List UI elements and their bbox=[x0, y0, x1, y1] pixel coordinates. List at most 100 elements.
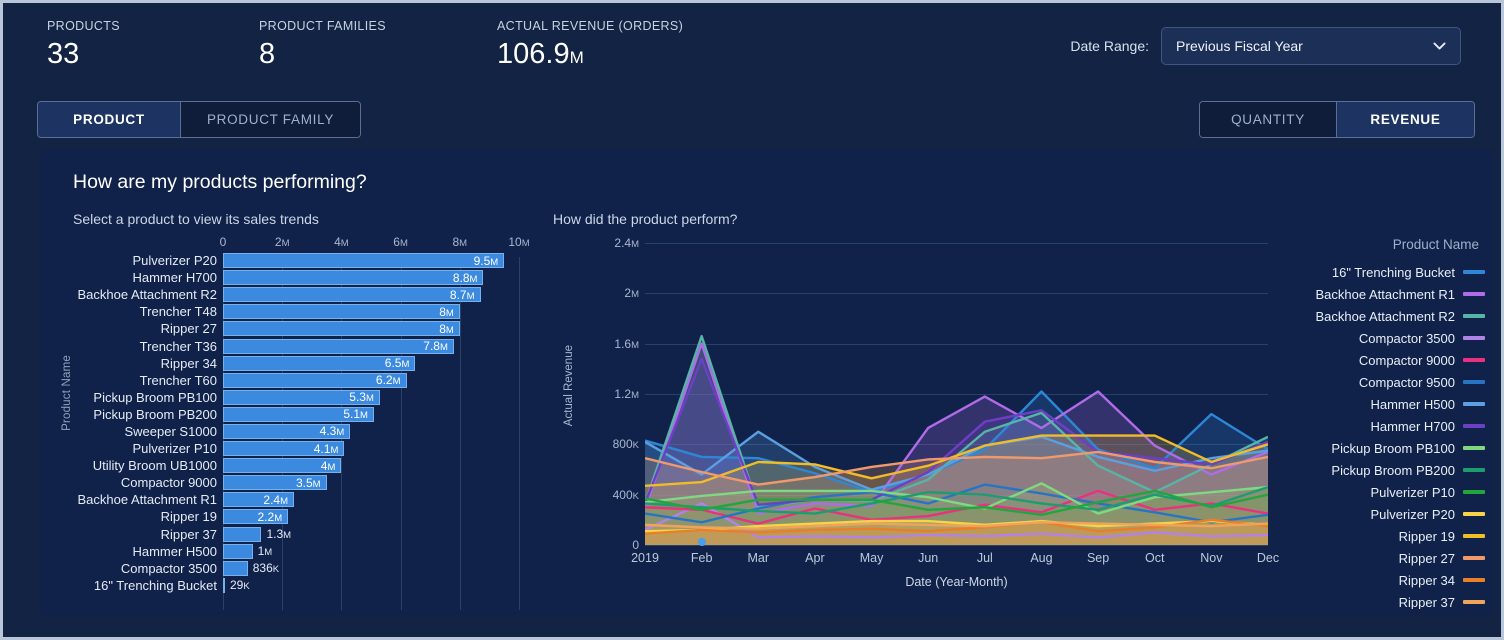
legend-item-label: Ripper 34 bbox=[1398, 572, 1455, 588]
bar-chart-row[interactable]: Backhoe Attachment R1 2.4M bbox=[78, 491, 519, 508]
bar-chart-row[interactable]: Trencher T36 7.8M bbox=[140, 337, 519, 354]
legend-item[interactable]: Pulverizer P20 bbox=[1267, 503, 1485, 525]
bar-chart-row[interactable]: Pickup Broom PB100 5.3M bbox=[93, 389, 519, 406]
bar-x-tick: 2M bbox=[274, 235, 290, 249]
kpi-product-families-label: PRODUCT FAMILIES bbox=[259, 19, 386, 33]
line-x-tick: 2019 bbox=[631, 551, 659, 565]
tab-product[interactable]: PRODUCT bbox=[38, 102, 181, 137]
bar-fill[interactable]: 8M bbox=[223, 321, 460, 337]
bar-chart-row[interactable]: 16" Trenching Bucket 29K bbox=[94, 577, 519, 594]
bar-fill[interactable]: 5.1M bbox=[223, 406, 374, 422]
bar-value-label: 7.8M bbox=[423, 339, 448, 354]
product-trend-chart[interactable]: Actual Revenue 0 400K 800K 1.2M 1.6M 2M 2.4M 2… bbox=[549, 235, 1279, 603]
tab-quantity[interactable]: QUANTITY bbox=[1200, 102, 1337, 137]
legend-item[interactable]: Compactor 3500 bbox=[1267, 327, 1485, 349]
bar-chart-row[interactable]: Compactor 3500 836K bbox=[121, 560, 519, 577]
bar-fill[interactable]: 4.3M bbox=[223, 423, 351, 439]
legend-item[interactable]: Ripper 19 bbox=[1267, 525, 1485, 547]
bar-chart-row[interactable]: Hammer H700 8.8M bbox=[132, 269, 519, 286]
bar-fill[interactable]: 8.7M bbox=[223, 287, 481, 303]
bar-value-label: 8M bbox=[439, 304, 454, 319]
bar-fill[interactable]: 2.2M bbox=[223, 509, 289, 525]
bar-fill[interactable]: 1M bbox=[223, 543, 272, 559]
bar-fill[interactable]: 29K bbox=[223, 577, 250, 593]
line-chart-svg bbox=[645, 334, 1268, 545]
legend-color-swatch bbox=[1463, 380, 1485, 384]
bar-row-label: Backhoe Attachment R2 bbox=[77, 287, 217, 303]
dimension-toggle-group: PRODUCT PRODUCT FAMILY bbox=[37, 101, 361, 138]
bar-chart-row[interactable]: Ripper 34 6.5M bbox=[161, 355, 519, 372]
legend-item-label: Hammer H500 bbox=[1370, 396, 1455, 412]
kpi-header: PRODUCTS 33 PRODUCT FAMILIES 8 ACTUAL RE… bbox=[9, 3, 1501, 91]
selected-point-marker[interactable] bbox=[697, 538, 706, 547]
bar-chart-row[interactable]: Trencher T60 6.2M bbox=[140, 372, 519, 389]
kpi-actual-revenue: ACTUAL REVENUE (ORDERS) 106.9M bbox=[497, 19, 683, 69]
bar-fill[interactable]: 2.4M bbox=[223, 492, 295, 508]
bar-fill[interactable]: 4M bbox=[223, 458, 342, 474]
bar-fill[interactable]: 6.2M bbox=[223, 372, 407, 388]
bar-value-label: 29K bbox=[230, 578, 250, 593]
date-range-value: Previous Fiscal Year bbox=[1176, 38, 1303, 54]
bar-x-tick: 4M bbox=[334, 235, 349, 249]
bar-chart-row[interactable]: Ripper 37 1.3M bbox=[161, 526, 519, 543]
legend-item[interactable]: Ripper 27 bbox=[1267, 547, 1485, 569]
bar-chart-row[interactable]: Hammer H500 1M bbox=[132, 543, 519, 560]
bar-fill[interactable]: 836K bbox=[223, 560, 279, 576]
legend-item[interactable]: Hammer H700 bbox=[1267, 415, 1485, 437]
legend-item[interactable]: Ripper 34 bbox=[1267, 569, 1485, 591]
legend-item[interactable]: Backhoe Attachment R1 bbox=[1267, 283, 1485, 305]
bar-fill[interactable]: 1.3M bbox=[223, 526, 291, 542]
date-range-label: Date Range: bbox=[1070, 38, 1149, 54]
legend-color-swatch bbox=[1463, 556, 1485, 560]
bar-fill[interactable]: 4.1M bbox=[223, 441, 345, 457]
chevron-down-icon[interactable] bbox=[1431, 38, 1448, 55]
legend-item[interactable]: Pickup Broom PB100 bbox=[1267, 437, 1485, 459]
legend-item[interactable]: Ripper 37 bbox=[1267, 591, 1485, 609]
bar-chart-row[interactable]: Compactor 9000 3.5M bbox=[121, 474, 519, 491]
legend-item[interactable]: 16" Trenching Bucket bbox=[1267, 261, 1485, 283]
product-revenue-bar-chart[interactable]: Product Name 0 2M 4M 6M 8M 10M Pulverizer P20… bbox=[51, 235, 531, 610]
bar-fill[interactable]: 7.8M bbox=[223, 338, 454, 354]
legend-item[interactable]: Compactor 9500 bbox=[1267, 371, 1485, 393]
bar-row-label: Pickup Broom PB100 bbox=[93, 389, 217, 405]
line-x-tick: May bbox=[859, 551, 884, 565]
page-title: How are my products performing? bbox=[73, 171, 367, 193]
bar-chart-row[interactable]: Utility Broom UB1000 4M bbox=[93, 457, 519, 474]
bar-chart-row[interactable]: Sweeper S1000 4.3M bbox=[124, 423, 519, 440]
line-chart-x-axis-title: Date (Year-Month) bbox=[905, 575, 1008, 589]
bar-chart-row[interactable]: Pickup Broom PB200 5.1M bbox=[93, 406, 519, 423]
bar-chart-row[interactable]: Backhoe Attachment R2 8.7M bbox=[78, 286, 519, 303]
legend-color-swatch bbox=[1463, 534, 1485, 538]
bar-chart-row[interactable]: Trencher T48 8M bbox=[140, 303, 519, 320]
legend-item[interactable]: Hammer H500 bbox=[1267, 393, 1485, 415]
legend-color-swatch bbox=[1463, 512, 1485, 516]
line-x-tick: Oct bbox=[1144, 551, 1165, 565]
legend-item-label: 16" Trenching Bucket bbox=[1331, 264, 1455, 280]
bar-fill[interactable]: 6.5M bbox=[223, 355, 416, 371]
legend-item[interactable]: Pulverizer P10 bbox=[1267, 481, 1485, 503]
tab-product-family[interactable]: PRODUCT FAMILY bbox=[181, 102, 360, 137]
bar-fill[interactable]: 8M bbox=[223, 304, 460, 320]
bar-chart-row[interactable]: Pulverizer P10 4.1M bbox=[132, 440, 519, 457]
tab-revenue[interactable]: REVENUE bbox=[1337, 102, 1474, 137]
legend-item[interactable]: Pickup Broom PB200 bbox=[1267, 459, 1485, 481]
bar-value-label: 6.2M bbox=[375, 373, 401, 388]
line-x-tick: Sep bbox=[1086, 551, 1110, 565]
line-chart-subtitle: How did the product perform? bbox=[553, 211, 738, 227]
bar-fill[interactable]: 3.5M bbox=[223, 475, 327, 491]
bar-chart-subtitle: Select a product to view its sales trend… bbox=[73, 211, 319, 227]
bar-fill[interactable]: 9.5M bbox=[223, 253, 505, 269]
legend-color-swatch bbox=[1463, 270, 1485, 274]
line-x-tick: Aug bbox=[1030, 551, 1053, 565]
bar-chart-row[interactable]: Ripper 27 8M bbox=[161, 320, 519, 337]
bar-fill[interactable]: 5.3M bbox=[223, 389, 380, 405]
kpi-actual-revenue-value: 106.9M bbox=[497, 38, 584, 70]
bar-chart-row[interactable]: Ripper 19 2.2M bbox=[161, 508, 519, 525]
legend-item[interactable]: Compactor 9000 bbox=[1267, 349, 1485, 371]
bar-chart-row[interactable]: Pulverizer P20 9.5M bbox=[132, 252, 519, 269]
bar-fill[interactable]: 8.8M bbox=[223, 270, 484, 286]
legend-item[interactable]: Backhoe Attachment R2 bbox=[1267, 305, 1485, 327]
date-range-select[interactable]: Previous Fiscal Year bbox=[1161, 27, 1461, 65]
date-range-filter: Date Range: Previous Fiscal Year bbox=[1070, 27, 1461, 65]
line-y-tick: 800K bbox=[612, 437, 639, 452]
